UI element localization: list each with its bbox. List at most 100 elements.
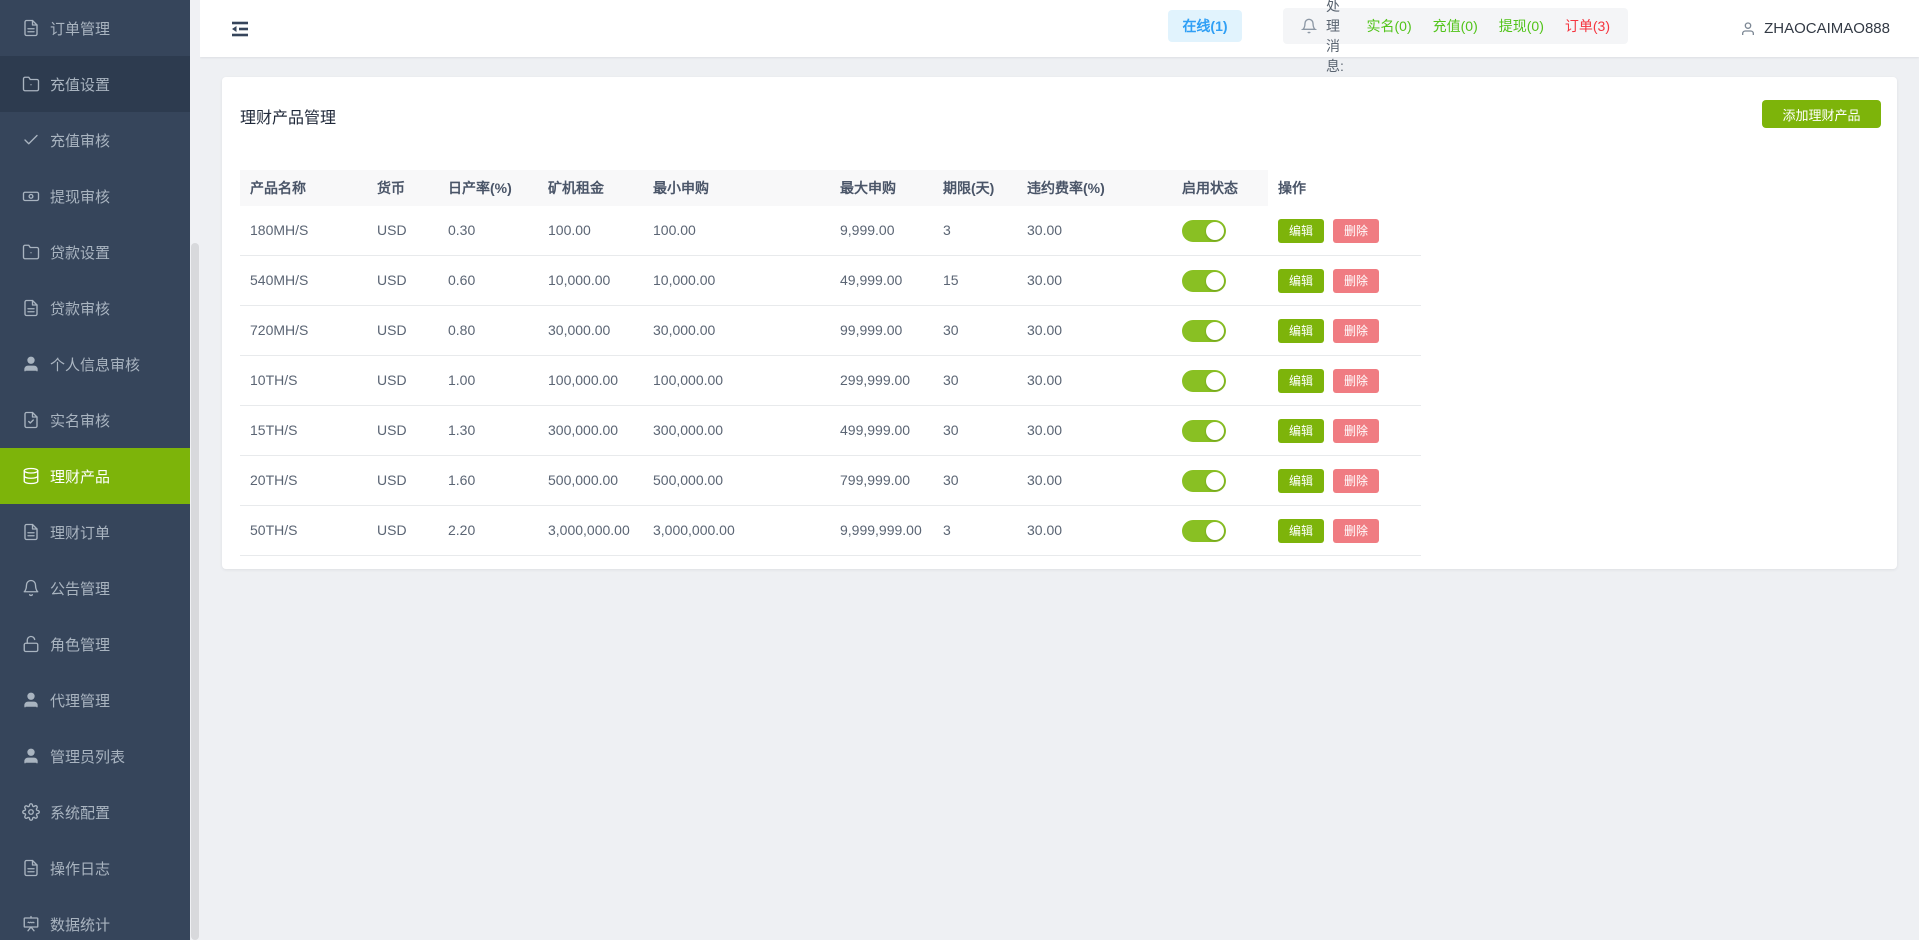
folder-icon [22,243,40,261]
cell-name: 20TH/S [240,456,367,505]
pending-messages: 待处理消息: 实名(0)充值(0)提现(0)订单(3) [1283,8,1628,44]
sidebar-menu: 订单管理充值设置充值审核提现审核贷款设置贷款审核个人信息审核实名审核理财产品理财… [0,0,190,940]
cell-max-purchase: 9,999.00 [830,206,933,255]
message-link[interactable]: 充值(0) [1433,16,1478,36]
edit-button[interactable]: 编辑 [1278,219,1324,243]
edit-button[interactable]: 编辑 [1278,319,1324,343]
table-row: 10TH/SUSD1.00100,000.00100,000.00299,999… [240,356,1421,406]
cell-max-purchase: 299,999.00 [830,356,933,405]
sidebar: 订单管理充值设置充值审核提现审核贷款设置贷款审核个人信息审核实名审核理财产品理财… [0,0,190,940]
cell-penalty-rate: 30.00 [1017,356,1172,405]
file-text-icon [22,19,40,37]
cell-actions: 编辑删除 [1268,306,1421,355]
delete-button[interactable]: 删除 [1333,219,1379,243]
cell-daily-rate: 0.60 [438,256,538,305]
delete-button[interactable]: 删除 [1333,269,1379,293]
enable-toggle[interactable] [1182,420,1226,442]
delete-button[interactable]: 删除 [1333,519,1379,543]
enable-toggle[interactable] [1182,470,1226,492]
table-row: 180MH/SUSD0.30100.00100.009,999.00330.00… [240,206,1421,256]
cell-max-purchase: 9,999,999.00 [830,506,933,555]
cell-enabled-status [1172,306,1268,355]
sidebar-item[interactable]: 贷款设置 [0,224,190,280]
user-icon [1740,21,1756,37]
message-link[interactable]: 订单(3) [1565,16,1610,36]
main-content: 理财产品管理 添加理财产品 产品名称货币日产率(%)矿机租金最小申购最大申购期限… [200,57,1919,940]
sidebar-item[interactable]: 系统配置 [0,784,190,840]
sidebar-item[interactable]: 理财产品 [0,448,190,504]
cell-currency: USD [367,206,438,255]
cell-enabled-status [1172,356,1268,405]
gear-icon [22,803,40,821]
delete-button[interactable]: 删除 [1333,419,1379,443]
sidebar-item[interactable]: 代理管理 [0,672,190,728]
sidebar-item[interactable]: 理财订单 [0,504,190,560]
edit-button[interactable]: 编辑 [1278,519,1324,543]
sidebar-item[interactable]: 充值审核 [0,112,190,168]
cell-days: 3 [933,206,1017,255]
sidebar-item[interactable]: 个人信息审核 [0,336,190,392]
cell-enabled-status [1172,506,1268,555]
products-table: 产品名称货币日产率(%)矿机租金最小申购最大申购期限(天)违约费率(%)启用状态… [240,170,1421,556]
cell-daily-rate: 0.80 [438,306,538,355]
folder-icon [22,75,40,93]
cell-days: 15 [933,256,1017,305]
edit-button[interactable]: 编辑 [1278,469,1324,493]
sidebar-item[interactable]: 实名审核 [0,392,190,448]
table-body: 180MH/SUSD0.30100.00100.009,999.00330.00… [240,206,1421,556]
cell-rent: 30,000.00 [538,306,643,355]
sidebar-scrollbar[interactable] [190,0,200,940]
cell-name: 15TH/S [240,406,367,455]
delete-button[interactable]: 删除 [1333,369,1379,393]
column-header: 货币 [367,170,438,206]
column-header: 最大申购 [830,170,933,206]
cell-name: 180MH/S [240,206,367,255]
cell-actions: 编辑删除 [1268,356,1421,405]
edit-button[interactable]: 编辑 [1278,419,1324,443]
sidebar-item[interactable]: 公告管理 [0,560,190,616]
online-badge[interactable]: 在线(1) [1168,10,1242,42]
sidebar-item[interactable]: 数据统计 [0,896,190,940]
cell-rent: 3,000,000.00 [538,506,643,555]
delete-button[interactable]: 删除 [1333,319,1379,343]
collapse-menu-icon[interactable] [228,17,252,41]
table-row: 50TH/SUSD2.203,000,000.003,000,000.009,9… [240,506,1421,556]
sidebar-item-label: 操作日志 [50,858,110,879]
sidebar-item[interactable]: 角色管理 [0,616,190,672]
table-row: 15TH/SUSD1.30300,000.00300,000.00499,999… [240,406,1421,456]
pending-messages-label: 待处理消息: [1326,0,1351,76]
cell-max-purchase: 49,999.00 [830,256,933,305]
add-product-button[interactable]: 添加理财产品 [1762,100,1881,128]
sidebar-item[interactable]: 充值设置 [0,56,190,112]
sidebar-item[interactable]: 提现审核 [0,168,190,224]
cell-enabled-status [1172,406,1268,455]
cell-max-purchase: 499,999.00 [830,406,933,455]
cell-days: 3 [933,506,1017,555]
sidebar-item-label: 角色管理 [50,634,110,655]
message-link[interactable]: 提现(0) [1499,16,1544,36]
enable-toggle[interactable] [1182,520,1226,542]
cell-name: 10TH/S [240,356,367,405]
user-menu[interactable]: ZHAOCAIMAO888 [1740,0,1890,57]
delete-button[interactable]: 删除 [1333,469,1379,493]
database-icon [22,467,40,485]
file-text-icon [22,859,40,877]
sidebar-item-label: 充值审核 [50,130,110,151]
sidebar-item-label: 实名审核 [50,410,110,431]
enable-toggle[interactable] [1182,370,1226,392]
sidebar-scrollbar-thumb[interactable] [191,243,199,940]
sidebar-item[interactable]: 订单管理 [0,0,190,56]
message-link[interactable]: 实名(0) [1367,16,1412,36]
user-icon [22,747,40,765]
edit-button[interactable]: 编辑 [1278,369,1324,393]
presentation-icon [22,915,40,933]
sidebar-item[interactable]: 管理员列表 [0,728,190,784]
cell-rent: 10,000.00 [538,256,643,305]
enable-toggle[interactable] [1182,270,1226,292]
enable-toggle[interactable] [1182,220,1226,242]
edit-button[interactable]: 编辑 [1278,269,1324,293]
file-text-icon [22,523,40,541]
sidebar-item[interactable]: 贷款审核 [0,280,190,336]
enable-toggle[interactable] [1182,320,1226,342]
sidebar-item[interactable]: 操作日志 [0,840,190,896]
